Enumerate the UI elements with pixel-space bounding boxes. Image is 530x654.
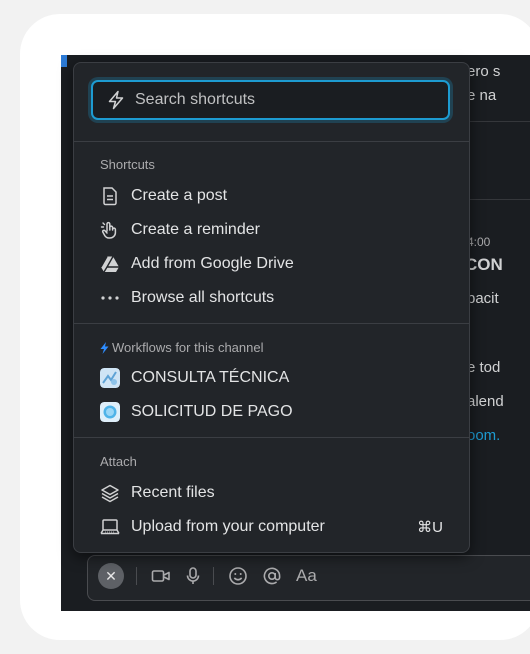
- document-icon: [100, 186, 120, 206]
- message-divider: [464, 121, 530, 122]
- search-field[interactable]: [91, 80, 450, 120]
- message-timestamp: 4:00: [467, 235, 491, 249]
- menu-item-create-post[interactable]: Create a post: [100, 183, 443, 209]
- message-text: e na: [467, 87, 497, 104]
- toolbar-divider: [213, 567, 214, 585]
- google-drive-icon: [100, 254, 120, 274]
- close-shortcuts-button[interactable]: ✕: [98, 563, 124, 589]
- menu-item-consulta-tecnica[interactable]: CONSULTA TÉCNICA: [100, 365, 443, 391]
- menu-item-label: CONSULTA TÉCNICA: [131, 369, 290, 386]
- menu-item-label: Create a post: [131, 187, 228, 204]
- message-link[interactable]: oom.: [467, 427, 500, 444]
- menu-item-label: Add from Google Drive: [131, 255, 294, 272]
- unread-indicator: [61, 55, 67, 67]
- menu-divider: [74, 141, 469, 142]
- menu-item-recent-files[interactable]: Recent files: [100, 480, 443, 506]
- lightning-bolt-icon: [107, 90, 125, 110]
- menu-item-label: SOLICITUD DE PAGO: [131, 403, 293, 420]
- section-header-label: Workflows for this channel: [112, 340, 264, 355]
- message-heading: CON: [465, 255, 503, 274]
- menu-divider: [74, 437, 469, 438]
- menu-item-solicitud-pago[interactable]: SOLICITUD DE PAGO: [100, 399, 443, 425]
- formatting-toggle[interactable]: Aa: [296, 566, 317, 586]
- section-header-workflows: Workflows for this channel: [100, 340, 264, 355]
- menu-item-browse-shortcuts[interactable]: Browse all shortcuts: [100, 285, 443, 311]
- workflow-tecnica-icon: [100, 368, 120, 388]
- section-header-attach: Attach: [100, 454, 137, 469]
- keyboard-shortcut: ⌘U: [417, 519, 443, 536]
- menu-item-label: Upload from your computer: [131, 518, 325, 535]
- menu-item-label: Browse all shortcuts: [131, 289, 275, 306]
- search-input[interactable]: [133, 90, 437, 110]
- microphone-icon[interactable]: [185, 566, 201, 586]
- workflow-pago-icon: [100, 402, 120, 422]
- message-divider: [464, 199, 530, 200]
- menu-item-create-reminder[interactable]: Create a reminder: [100, 217, 443, 243]
- message-text: pacit: [467, 290, 499, 307]
- menu-divider: [74, 323, 469, 324]
- menu-item-upload-computer[interactable]: Upload from your computer ⌘U: [100, 514, 443, 540]
- message-text: alend: [467, 393, 504, 410]
- hand-icon: [100, 220, 120, 240]
- menu-item-add-google-drive[interactable]: Add from Google Drive: [100, 251, 443, 277]
- laptop-icon: [100, 517, 120, 537]
- composer-toolbar: ✕ Aa: [98, 563, 317, 589]
- menu-item-label: Create a reminder: [131, 221, 260, 238]
- shortcuts-menu: Shortcuts Create a post Create a reminde…: [73, 62, 470, 553]
- more-dots-icon: [100, 288, 120, 308]
- video-clip-icon[interactable]: [151, 568, 171, 584]
- section-header-shortcuts: Shortcuts: [100, 157, 155, 172]
- message-composer[interactable]: ✕ Aa: [87, 555, 530, 601]
- workflow-bolt-icon: [100, 341, 109, 354]
- mention-icon[interactable]: [262, 566, 282, 586]
- toolbar-divider: [136, 567, 137, 585]
- emoji-icon[interactable]: [228, 566, 248, 586]
- menu-item-label: Recent files: [131, 484, 215, 501]
- message-text: ero s: [467, 63, 501, 80]
- message-text: e tod: [467, 359, 501, 376]
- layers-icon: [100, 483, 120, 503]
